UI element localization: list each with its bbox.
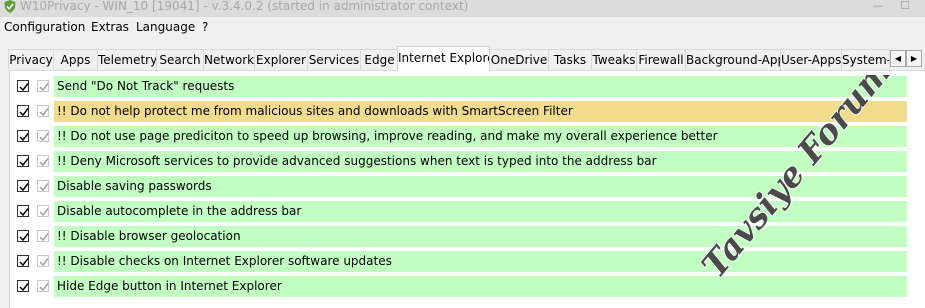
tab-search[interactable]: Search [156,49,204,70]
setting-row: !! Do not use page prediciton to speed u… [10,126,925,147]
setting-checkbox[interactable] [17,255,29,267]
tab-tasks[interactable]: Tasks [548,49,592,70]
checkmark-icon [39,83,49,92]
setting-row: Disable autocomplete in the address bar [10,201,925,222]
title-bar: W10Privacy - WIN_10 [19041] - v.3.4.0.2 … [0,0,925,17]
tab-privacy[interactable]: Privacy [8,49,54,70]
setting-label: Send "Do Not Track" requests [57,79,235,93]
setting-label: Hide Edge button in Internet Explorer [57,279,282,293]
settings-panel: Send "Do Not Track" requests !! Do not h… [9,70,925,308]
menu-configuration[interactable]: Configuration [4,20,85,34]
tab-telemetry[interactable]: Telemetry [97,49,157,70]
checkmark-icon [39,108,49,117]
menu-extras[interactable]: Extras [91,20,129,34]
menu-bar: Configuration Extras Language ? [0,17,925,38]
setting-checkbox[interactable] [17,80,29,92]
checkmark-icon [19,83,29,92]
recommended-checkbox [37,255,49,267]
setting-label: Disable saving passwords [57,179,212,193]
checkmark-icon [19,108,29,117]
setting-checkbox[interactable] [17,205,29,217]
recommended-checkbox [37,280,49,292]
setting-row: !! Do not help protect me from malicious… [10,101,925,122]
setting-checkbox[interactable] [17,130,29,142]
checkmark-icon [19,283,29,292]
checkmark-icon [19,233,29,242]
recommended-checkbox [37,230,49,242]
setting-checkbox[interactable] [17,155,29,167]
recommended-checkbox [37,130,49,142]
tab-tweaks[interactable]: Tweaks [591,49,637,70]
setting-row: Disable saving passwords [10,176,925,197]
tab-system-apps[interactable]: System-A [841,49,890,70]
recommended-checkbox [37,205,49,217]
checkmark-icon [19,158,29,167]
setting-label: Disable autocomplete in the address bar [57,204,302,218]
checkmark-icon [39,233,49,242]
checkmark-icon [39,158,49,167]
tab-apps[interactable]: Apps [53,49,98,70]
setting-row: !! Deny Microsoft services to provide ad… [10,151,925,172]
tab-internet-explorer[interactable]: Internet Explorer [397,46,490,71]
setting-label: !! Deny Microsoft services to provide ad… [57,154,657,168]
setting-checkbox[interactable] [17,105,29,117]
tab-user-apps[interactable]: User-Apps [780,49,842,70]
setting-label: !! Disable browser geolocation [57,229,241,243]
setting-row: Hide Edge button in Internet Explorer [10,276,925,297]
checkmark-icon [39,133,49,142]
maximize-button[interactable]: ☐ [885,0,925,15]
recommended-checkbox [37,155,49,167]
setting-label: !! Disable checks on Internet Explorer s… [57,254,392,268]
checkmark-icon [19,258,29,267]
setting-checkbox[interactable] [17,230,29,242]
tab-edge[interactable]: Edge [360,49,399,70]
menu-help[interactable]: ? [202,20,208,34]
recommended-checkbox [37,105,49,117]
setting-row: Send "Do Not Track" requests [10,76,925,97]
setting-row: !! Disable browser geolocation [10,226,925,247]
tab-onedrive[interactable]: OneDrive [489,49,549,70]
checkmark-icon [39,183,49,192]
setting-checkbox[interactable] [17,280,29,292]
checkmark-icon [19,183,29,192]
tab-network[interactable]: Network [203,49,255,70]
setting-row: !! Disable checks on Internet Explorer s… [10,251,925,272]
setting-checkbox[interactable] [17,180,29,192]
recommended-checkbox [37,80,49,92]
tab-strip: Privacy Apps Telemetry Search Network Ex… [8,46,925,71]
tab-background-apps[interactable]: Background-Apps [685,49,781,70]
setting-label: !! Do not help protect me from malicious… [57,104,573,118]
tab-services[interactable]: Services [307,49,361,70]
checkmark-icon [19,133,29,142]
menu-language[interactable]: Language [136,20,195,34]
setting-label: !! Do not use page prediciton to speed u… [57,129,718,143]
checkmark-icon [19,208,29,217]
shield-icon [4,0,16,13]
tab-explorer[interactable]: Explorer [254,49,308,70]
tab-scroll-left-button[interactable]: ◀ [890,50,906,67]
tab-firewall[interactable]: Firewall [636,49,686,70]
checkmark-icon [39,208,49,217]
tab-scroll-right-button[interactable]: ▶ [906,50,922,67]
window-title: W10Privacy - WIN_10 [19041] - v.3.4.0.2 … [20,0,469,13]
recommended-checkbox [37,180,49,192]
checkmark-icon [39,283,49,292]
checkmark-icon [39,258,49,267]
